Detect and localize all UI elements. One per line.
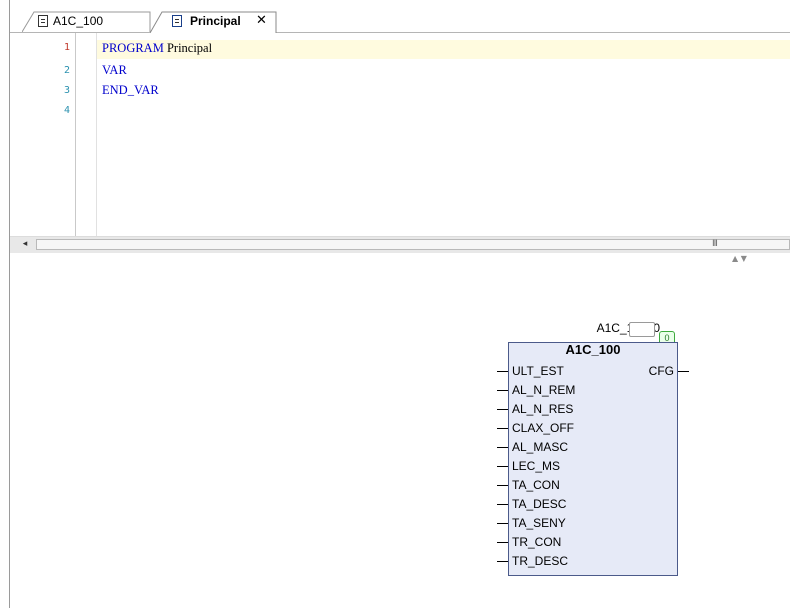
close-icon[interactable]: ✕ — [256, 13, 267, 28]
function-block-type: A1C_100 — [565, 342, 621, 357]
line-number: 2 — [63, 65, 70, 76]
identifier-token: Principal — [166, 41, 213, 55]
keyword-token: PROGRAM — [102, 41, 167, 55]
tab-principal[interactable]: Principal ✕ — [150, 11, 278, 33]
gutter-separator — [75, 33, 76, 236]
input-pin-label: TR_CON — [512, 535, 562, 549]
input-pin-label: ULT_EST — [512, 364, 564, 378]
input-pin-line[interactable] — [497, 390, 508, 391]
line-number-gutter — [10, 33, 76, 236]
input-pin-label: AL_MASC — [512, 440, 569, 454]
program-icon — [172, 15, 182, 27]
output-pin-label: CFG — [648, 364, 674, 378]
scrollbar-thumb[interactable] — [36, 239, 790, 250]
output-pin-line[interactable] — [678, 371, 689, 372]
code-editor[interactable] — [10, 33, 790, 236]
input-pin-line[interactable] — [497, 504, 508, 505]
line-number: 3 — [63, 85, 70, 96]
input-pin-line[interactable] — [497, 447, 508, 448]
line-number: 1 — [63, 42, 70, 53]
input-pin-label: TA_DESC — [512, 497, 567, 511]
scrollbar-grip-icon: III — [712, 239, 718, 249]
tab-a1c-100[interactable]: A1C_100 — [22, 11, 152, 32]
input-pin-label: AL_N_REM — [512, 383, 576, 397]
input-pin-line[interactable] — [497, 428, 508, 429]
input-pin-label: CLAX_OFF — [512, 421, 575, 435]
input-pin-label: TR_DESC — [512, 554, 569, 568]
input-pin-label: LEC_MS — [512, 459, 561, 473]
input-pin-label: AL_N_RES — [512, 402, 574, 416]
input-pin-line[interactable] — [497, 485, 508, 486]
code-line[interactable]: PROGRAM Principal — [102, 41, 212, 56]
tab-label: Principal — [190, 14, 241, 28]
input-pin-label: TA_SENY — [512, 516, 566, 530]
scroll-left-arrow-icon[interactable]: ◂ — [18, 236, 32, 253]
input-pin-label: TA_CON — [512, 478, 560, 492]
keyword-token: VAR — [102, 63, 127, 77]
code-line[interactable]: VAR — [102, 63, 127, 78]
input-pin-line[interactable] — [497, 371, 508, 372]
input-pin-line[interactable] — [497, 523, 508, 524]
input-pin-line[interactable] — [497, 466, 508, 467]
code-line[interactable]: END_VAR — [102, 83, 159, 98]
instance-input-box[interactable] — [629, 322, 655, 337]
input-pin-line[interactable] — [497, 542, 508, 543]
tab-label: A1C_100 — [53, 14, 104, 28]
keyword-token: END_VAR — [102, 83, 159, 97]
document-icon — [38, 15, 48, 27]
line-number: 4 — [63, 105, 70, 116]
input-pin-line[interactable] — [497, 409, 508, 410]
input-pin-line[interactable] — [497, 561, 508, 562]
gutter-separator — [96, 33, 97, 236]
